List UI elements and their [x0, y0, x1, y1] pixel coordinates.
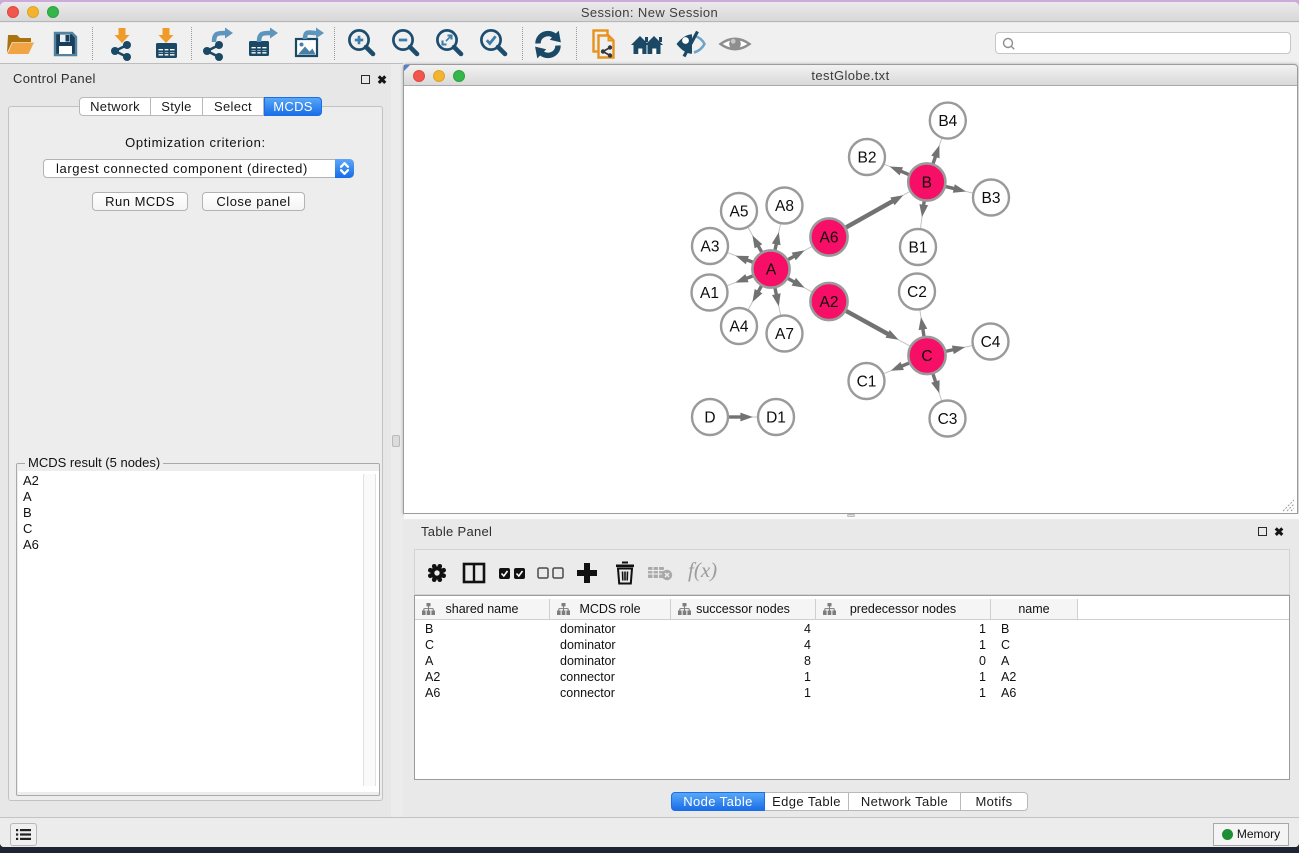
svg-text:C2: C2: [907, 284, 927, 301]
svg-text:C: C: [921, 348, 932, 365]
svg-text:A6: A6: [820, 230, 839, 247]
svg-text:C4: C4: [981, 334, 1001, 351]
svg-text:B: B: [922, 175, 932, 192]
svg-text:D1: D1: [766, 410, 786, 427]
svg-text:A3: A3: [701, 239, 720, 256]
svg-text:A: A: [766, 262, 777, 279]
svg-text:A7: A7: [775, 326, 794, 343]
svg-text:A5: A5: [730, 204, 749, 221]
svg-text:B3: B3: [982, 190, 1001, 207]
svg-text:A2: A2: [820, 294, 839, 311]
svg-text:D: D: [704, 410, 715, 427]
svg-text:A8: A8: [775, 198, 794, 215]
svg-text:C1: C1: [857, 374, 877, 391]
svg-text:B4: B4: [938, 113, 957, 130]
svg-text:A4: A4: [730, 319, 749, 336]
svg-text:C3: C3: [938, 411, 958, 428]
svg-text:B2: B2: [858, 150, 877, 167]
svg-text:A1: A1: [700, 285, 719, 302]
svg-text:B1: B1: [909, 240, 928, 257]
